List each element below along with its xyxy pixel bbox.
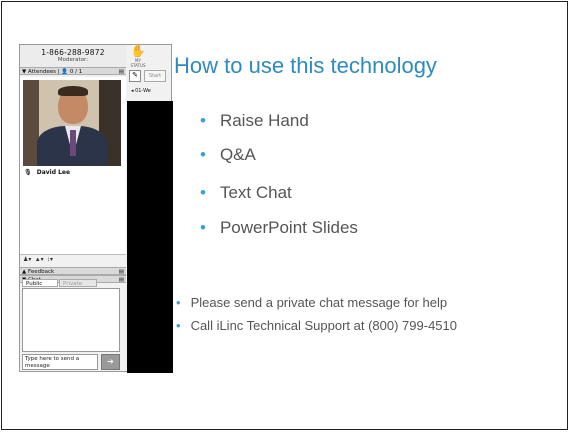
- note-text: Call iLinc Technical Support at (800) 79…: [190, 318, 457, 333]
- presentation-area: [127, 101, 173, 373]
- bullet-text: Raise Hand: [219, 111, 309, 130]
- arrows-icon[interactable]: ↕▾: [47, 257, 53, 263]
- raise-hand-icon: ✋: [130, 44, 146, 58]
- phone-role: Moderator:: [57, 57, 89, 63]
- attendee-item[interactable]: 🎙 David Lee: [24, 169, 70, 176]
- bullet-item: • PowerPoint Slides: [200, 218, 358, 238]
- bullet-dot-icon: •: [176, 318, 181, 333]
- feedback-header[interactable]: ▲ Feedback ▤: [20, 267, 126, 275]
- send-arrow-icon: ➔: [107, 357, 114, 366]
- slide-item-label: 01-We: [135, 88, 151, 94]
- bullet-dot-icon: •: [200, 183, 206, 202]
- bullet-dot-icon: •: [176, 295, 181, 310]
- attendee-name: David Lee: [36, 169, 71, 176]
- arrow-left-icon: ◂: [131, 88, 134, 94]
- bullet-text: PowerPoint Slides: [219, 218, 358, 237]
- phone-box: 1-866-288-9872 Moderator:: [20, 45, 126, 68]
- attendee-toolbar: ♟▾ ▲▾ ↕▾: [20, 255, 129, 265]
- chat-messages[interactable]: [22, 288, 120, 352]
- note-item: • Please send a private chat message for …: [176, 295, 447, 310]
- tab-private[interactable]: Private: [59, 279, 97, 287]
- slide-title: How to use this technology: [174, 53, 437, 78]
- chat-tabs: Public Private: [22, 279, 122, 288]
- start-button[interactable]: Start: [144, 70, 166, 82]
- user-icon[interactable]: ♟▾: [23, 257, 31, 263]
- my-status-button[interactable]: ✋ MY STATUS: [127, 44, 149, 69]
- chat-input[interactable]: Type here to send a message: [22, 354, 98, 370]
- users-icon[interactable]: ▲▾: [35, 257, 44, 263]
- attendees-header-label: ▼ Attendees | 👤 0 / 1: [22, 69, 83, 75]
- microphone-icon: 🎙: [24, 169, 32, 176]
- whiteboard-icon[interactable]: ✎: [129, 70, 141, 82]
- note-text: Please send a private chat message for h…: [190, 295, 448, 310]
- bullet-text: Text Chat: [219, 183, 292, 202]
- slide-list-item[interactable]: ◂ 01-We: [127, 85, 177, 97]
- bullet-dot-icon: •: [200, 218, 206, 237]
- presenter-toolbar: ✎ Start: [127, 69, 173, 83]
- bullet-dot-icon: •: [200, 145, 206, 164]
- conference-panel: 1-866-288-9872 Moderator: ✋ MY STATUS ▼ …: [19, 44, 173, 373]
- attendee-list: 🎙 David Lee: [20, 77, 126, 255]
- attendee-photo: [23, 80, 121, 166]
- bullet-item: • Q&A: [200, 145, 256, 165]
- tab-public[interactable]: Public: [22, 279, 58, 287]
- bullet-item: • Text Chat: [200, 183, 292, 203]
- bullet-text: Q&A: [219, 145, 256, 164]
- phone-number: 1-866-288-9872: [41, 48, 105, 57]
- status-label: MY STATUS: [130, 58, 146, 68]
- bullet-item: • Raise Hand: [200, 111, 309, 131]
- send-button[interactable]: ➔: [101, 354, 120, 370]
- panel-menu-icon[interactable]: ▤: [119, 68, 124, 76]
- note-item: • Call iLinc Technical Support at (800) 7…: [176, 318, 457, 333]
- attendees-header[interactable]: ▼ Attendees | 👤 0 / 1 ▤: [20, 67, 126, 75]
- bullet-dot-icon: •: [200, 111, 206, 130]
